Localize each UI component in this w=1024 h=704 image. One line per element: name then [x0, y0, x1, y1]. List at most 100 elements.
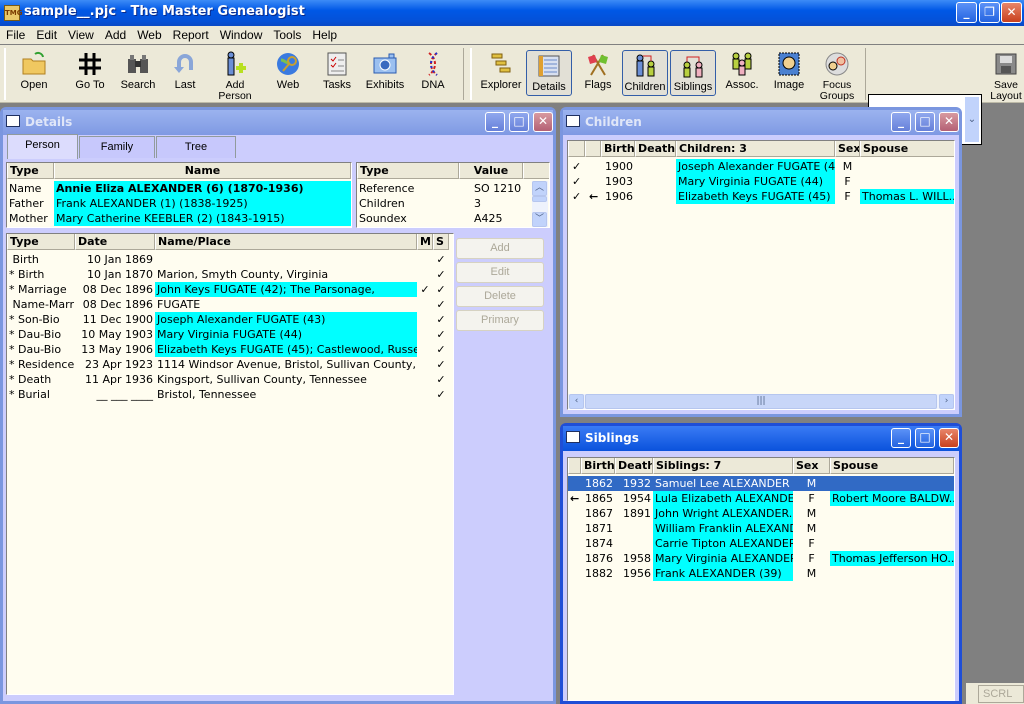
- siblings-maximize-button[interactable]: □: [915, 428, 935, 448]
- child-spouse[interactable]: [860, 174, 954, 189]
- associates-button[interactable]: Assoc.: [717, 49, 767, 97]
- sibling-spouse[interactable]: [830, 536, 954, 551]
- sibling-spouse[interactable]: [830, 521, 954, 536]
- details-close-button[interactable]: ✕: [533, 112, 553, 132]
- scroll-up-icon[interactable]: ︿: [532, 181, 547, 196]
- father-name[interactable]: Frank ALEXANDER (1) (1838-1925): [54, 196, 351, 211]
- children-button[interactable]: Children: [622, 50, 668, 96]
- save-layout-button[interactable]: Save Layout: [984, 49, 1024, 102]
- edit-event-button[interactable]: Edit: [456, 262, 544, 283]
- event-row[interactable]: * Death 11 Apr 1936 Kingsport, Sullivan Co…: [7, 372, 453, 387]
- sibling-name[interactable]: Lula Elizabeth ALEXANDE...: [653, 491, 793, 506]
- col-header-date[interactable]: Date: [75, 234, 155, 250]
- sibling-spouse[interactable]: Thomas Jefferson HO...: [830, 551, 954, 566]
- event-row[interactable]: * Dau-Bio 13 May 1906 Elizabeth Keys FUGAT…: [7, 342, 453, 357]
- col-header-flag-value[interactable]: Value: [459, 163, 523, 179]
- col-header-birth[interactable]: Birth: [581, 458, 615, 474]
- siblings-button[interactable]: Siblings: [670, 50, 716, 96]
- col-header-s[interactable]: S: [433, 234, 449, 250]
- primary-event-button[interactable]: Primary: [456, 310, 544, 331]
- col-header-event-type[interactable]: Type: [7, 234, 75, 250]
- col-header-spouse[interactable]: Spouse: [830, 458, 954, 474]
- open-button[interactable]: Open: [9, 49, 59, 97]
- chevron-down-icon[interactable]: ⌄: [965, 97, 979, 142]
- col-header-name-place[interactable]: Name/Place: [155, 234, 417, 250]
- scroll-thumb[interactable]: |||: [585, 394, 937, 409]
- scroll-down-icon[interactable]: ﹀: [532, 212, 547, 227]
- col-header-sex[interactable]: Sex: [835, 141, 860, 157]
- sibling-row[interactable]: 1862 1932Samuel Lee ALEXANDER (3) M: [568, 476, 954, 491]
- image-button[interactable]: Image: [764, 49, 814, 97]
- sibling-name[interactable]: Frank ALEXANDER (39): [653, 566, 793, 581]
- sibling-row[interactable]: 1876 1958 Mary Virginia ALEXANDER... F Thoma…: [568, 551, 954, 566]
- children-hscrollbar[interactable]: ‹ ||| ›: [568, 394, 954, 409]
- tab-tree[interactable]: Tree: [156, 136, 236, 158]
- event-row[interactable]: Name-Marr 08 Dec 1896 FUGATE ✓: [7, 297, 453, 312]
- event-row[interactable]: * Birth 10 Jan 1870 Marion, Smyth County, …: [7, 267, 453, 282]
- col-header-siblings[interactable]: Siblings: 7: [653, 458, 793, 474]
- event-row[interactable]: Birth 10 Jan 1869 ✓: [7, 252, 453, 267]
- menu-report[interactable]: Report: [167, 26, 214, 42]
- siblings-title-bar[interactable]: Siblings _ □ ✕: [563, 426, 959, 451]
- sibling-name[interactable]: John Wright ALEXANDER...: [653, 506, 793, 521]
- last-button[interactable]: Last: [160, 49, 210, 97]
- children-minimize-button[interactable]: _: [891, 112, 911, 132]
- col-header-spouse[interactable]: Spouse: [860, 141, 954, 157]
- flags-button[interactable]: Flags: [573, 49, 623, 97]
- sibling-row[interactable]: 1874 Carrie Tipton ALEXANDER... F: [568, 536, 954, 551]
- sibling-spouse[interactable]: [830, 476, 954, 491]
- delete-event-button[interactable]: Delete: [456, 286, 544, 307]
- details-minimize-button[interactable]: _: [485, 112, 505, 132]
- child-row[interactable]: ✓ ← 1906 Elizabeth Keys FUGATE (45) F Thomas …: [568, 189, 954, 204]
- app-icon[interactable]: TMG: [4, 5, 23, 21]
- event-row[interactable]: * Son-Bio 11 Dec 1900 Joseph Alexander FUG…: [7, 312, 453, 327]
- menu-file[interactable]: File: [0, 26, 30, 42]
- event-row[interactable]: * Dau-Bio 10 May 1903 Mary Virginia FUGATE…: [7, 327, 453, 342]
- mother-name[interactable]: Mary Catherine KEEBLER (2) (1843-1915): [54, 211, 351, 226]
- siblings-minimize-button[interactable]: _: [891, 428, 911, 448]
- tab-person[interactable]: Person: [7, 134, 78, 159]
- col-header-death[interactable]: Death: [615, 458, 653, 474]
- details-title-bar[interactable]: Details _ □ ✕: [3, 110, 553, 135]
- col-header-m[interactable]: M: [417, 234, 433, 250]
- col-header-children[interactable]: Children: 3: [676, 141, 835, 157]
- flags-scrollbar[interactable]: ︿ ﹀: [532, 181, 548, 227]
- child-row[interactable]: ✓ 1900 Joseph Alexander FUGATE (43) M: [568, 159, 954, 174]
- menu-web[interactable]: Web: [131, 26, 166, 42]
- menu-edit[interactable]: Edit: [30, 26, 62, 42]
- web-button[interactable]: Web: [263, 49, 313, 97]
- col-header-type[interactable]: Type: [7, 163, 54, 179]
- scroll-left-icon[interactable]: ‹: [569, 394, 584, 409]
- col-header-sex[interactable]: Sex: [793, 458, 830, 474]
- event-row[interactable]: * Residence 23 Apr 1923 1114 Windsor Avenu…: [7, 357, 453, 372]
- search-button[interactable]: Search: [113, 49, 163, 97]
- person-name[interactable]: Annie Eliza ALEXANDER (6) (1870-1936): [54, 181, 351, 196]
- goto-button[interactable]: Go To: [65, 49, 115, 97]
- sibling-name[interactable]: Carrie Tipton ALEXANDER...: [653, 536, 793, 551]
- tab-family[interactable]: Family: [79, 136, 155, 158]
- sibling-row[interactable]: 1871 William Franklin ALEXAND... M: [568, 521, 954, 536]
- child-name[interactable]: Elizabeth Keys FUGATE (45): [676, 189, 835, 204]
- menu-window[interactable]: Window: [214, 26, 268, 42]
- event-row[interactable]: * Burial __ ___ ____ Bristol, Tennessee ✓: [7, 387, 453, 402]
- details-maximize-button[interactable]: □: [509, 112, 529, 132]
- child-row[interactable]: ✓ 1903 Mary Virginia FUGATE (44) F: [568, 174, 954, 189]
- dna-button[interactable]: DNA: [408, 49, 458, 97]
- col-header-death[interactable]: Death: [635, 141, 676, 157]
- col-header-birth[interactable]: Birth: [601, 141, 635, 157]
- focus-groups-button[interactable]: Focus Groups: [812, 49, 862, 102]
- menu-tools[interactable]: Tools: [267, 26, 306, 42]
- child-spouse[interactable]: Thomas L. WILL...: [860, 189, 954, 204]
- sibling-name[interactable]: Samuel Lee ALEXANDER (3): [653, 476, 793, 491]
- sibling-spouse[interactable]: [830, 506, 954, 521]
- minimize-button[interactable]: _: [956, 2, 977, 23]
- scroll-right-icon[interactable]: ›: [939, 394, 954, 409]
- col-header-name[interactable]: Name: [54, 163, 351, 179]
- children-close-button[interactable]: ✕: [939, 112, 959, 132]
- explorer-button[interactable]: Explorer: [476, 49, 526, 97]
- close-button[interactable]: ✕: [1001, 2, 1022, 23]
- restore-button[interactable]: ❐: [979, 2, 1000, 23]
- sibling-name[interactable]: Mary Virginia ALEXANDER...: [653, 551, 793, 566]
- menu-help[interactable]: Help: [306, 26, 342, 42]
- scroll-thumb[interactable]: [532, 196, 547, 202]
